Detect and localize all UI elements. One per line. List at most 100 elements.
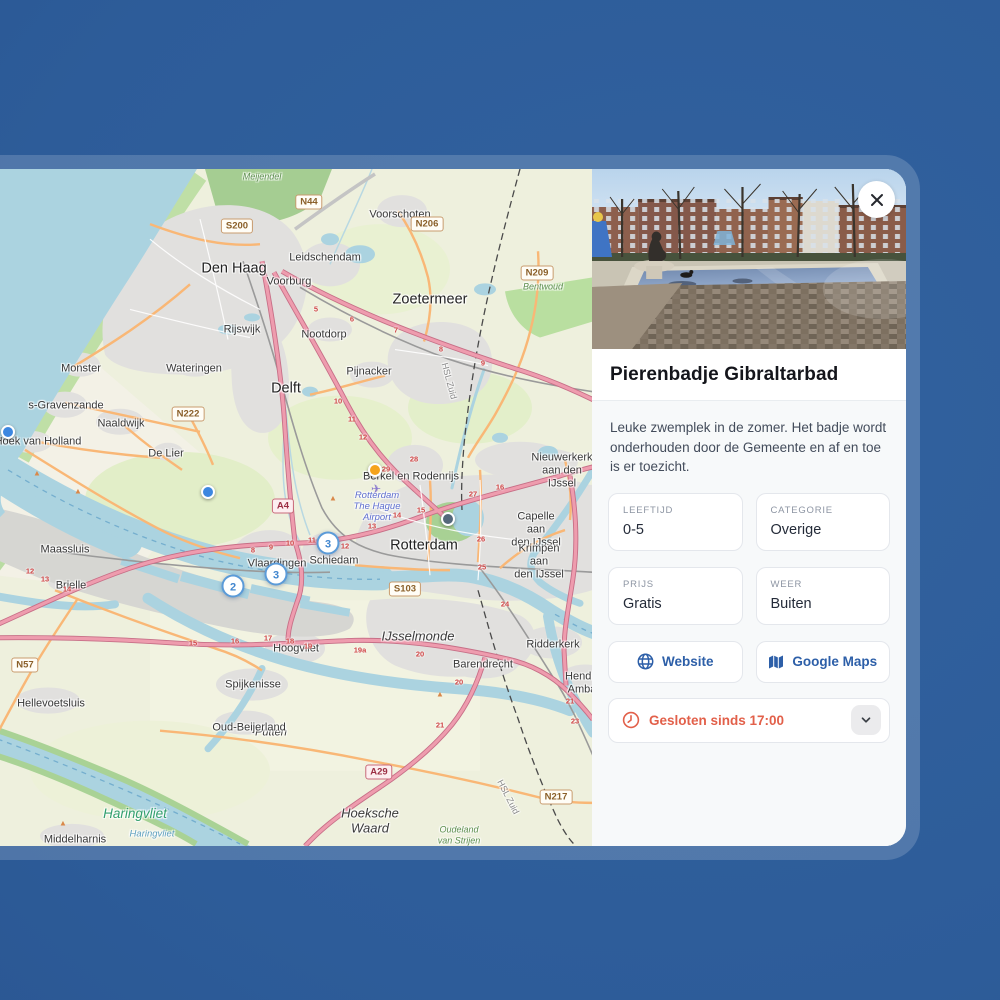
field-prijs: PRIJS Gratis	[608, 567, 743, 625]
airport-icon: ✈	[371, 482, 381, 496]
field-value: Gratis	[623, 596, 728, 612]
exit-number: 21	[436, 721, 444, 730]
road-shield: N209	[521, 266, 554, 281]
website-button[interactable]: Website	[608, 641, 743, 683]
map-label: Middelharnis	[44, 834, 106, 846]
map-label: Hoogvliet	[273, 643, 319, 656]
poi-triangle-icon: ▲	[329, 494, 337, 503]
poi-triangle-icon: ▲	[74, 487, 82, 496]
map-label: HSL Zuid	[439, 362, 459, 401]
google-maps-button[interactable]: Google Maps	[756, 641, 891, 683]
exit-number: 25	[478, 563, 486, 572]
road-shield: N206	[411, 217, 444, 232]
description: Leuke zwemplek in de zomer. Het badje wo…	[610, 418, 888, 477]
cluster-marker[interactable]: 3	[265, 563, 288, 586]
exit-number: 9	[269, 543, 273, 552]
panel-body: Leuke zwemplek in de zomer. Het badje wo…	[592, 401, 906, 846]
map-label: Hoeksche Waard	[341, 806, 399, 837]
road-shield: N217	[540, 790, 573, 805]
exit-number: 29	[382, 465, 390, 474]
globe-icon	[637, 653, 654, 670]
exit-number: 14	[393, 511, 401, 520]
poi-triangle-icon: ▲	[436, 690, 444, 699]
exit-number: 13	[41, 575, 49, 584]
opening-hours-bar[interactable]: Gesloten sinds 17:00	[608, 698, 890, 743]
app-card: MeijendelVoorschotenDen HaagLeidschendam…	[0, 155, 920, 860]
map-label: De Lier	[148, 448, 183, 461]
map-label: Oud-Beijerland	[212, 722, 285, 735]
map-label: Haringvliet	[103, 806, 167, 822]
map-label: Zoetermeer	[393, 291, 468, 308]
poi-triangle-icon: ▲	[59, 819, 67, 828]
website-label: Website	[662, 654, 714, 669]
poi-triangle-icon: ▲	[33, 469, 41, 478]
page-background: { "panel": { "title": "Pierenbadje Gibra…	[0, 0, 1000, 1000]
field-value: 0-5	[623, 522, 728, 538]
exit-number: 12	[341, 542, 349, 551]
page-title: Pierenbadje Gibraltarbad	[610, 364, 888, 386]
map-label: Delft	[271, 380, 301, 397]
exit-number: 23	[571, 717, 579, 726]
cluster-marker[interactable]: 2	[222, 575, 245, 598]
map-label: Nieuwerkerk aan den IJssel	[531, 452, 592, 491]
place-marker[interactable]	[441, 512, 455, 526]
road-shield: S200	[221, 219, 253, 234]
field-label: WEER	[771, 579, 876, 590]
road-shield: S103	[389, 582, 421, 597]
action-buttons: Website Google Maps	[608, 641, 890, 683]
map-label: s-Gravenzande	[28, 400, 103, 413]
map-overlay: MeijendelVoorschotenDen HaagLeidschendam…	[0, 169, 592, 846]
map-label: Bentwoud	[523, 282, 563, 293]
map-label: Rijswijk	[224, 324, 261, 337]
exit-number: 10	[334, 397, 342, 406]
map-label: Monster	[61, 363, 101, 376]
detail-panel: Pierenbadje Gibraltarbad Leuke zwemplek …	[592, 169, 906, 846]
exit-number: 9	[481, 359, 485, 368]
cluster-marker[interactable]: 3	[317, 532, 340, 555]
close-icon	[870, 193, 884, 207]
exit-number: 21	[566, 697, 574, 706]
exit-number: 15	[189, 639, 197, 648]
exit-number: 7	[394, 326, 398, 335]
exit-number: 26	[477, 535, 485, 544]
map-label: Wateringen	[166, 363, 222, 376]
exit-number: 11	[348, 415, 356, 424]
close-button[interactable]	[858, 181, 895, 218]
google-maps-label: Google Maps	[792, 654, 877, 669]
map-label: Capelle aan den IJssel	[508, 511, 564, 550]
place-marker[interactable]	[201, 485, 215, 499]
exit-number: 20	[455, 678, 463, 687]
exit-number: 24	[501, 600, 509, 609]
exit-number: 12	[359, 433, 367, 442]
exit-number: 19a	[354, 646, 367, 655]
place-marker[interactable]	[368, 463, 382, 477]
exit-number: 11	[308, 536, 316, 545]
clock-icon	[622, 711, 640, 729]
expand-hours-button[interactable]	[851, 705, 881, 735]
map-label: Meijendel	[243, 172, 282, 183]
exit-number: 20	[416, 650, 424, 659]
map-label: Oudeland van Strijen	[438, 824, 481, 845]
map-label: Amba	[568, 684, 592, 697]
field-label: CATEGORIE	[771, 505, 876, 516]
field-leeftijd: LEEFTIJD 0-5	[608, 493, 743, 551]
exit-number: 18	[286, 637, 294, 646]
exit-number: 5	[314, 305, 318, 314]
map-label: Haringvliet	[130, 828, 175, 839]
map-label: Rotterdam The Hague Airport	[353, 490, 400, 524]
road-shield: A29	[365, 765, 392, 780]
map-label: Leidschendam	[289, 252, 361, 265]
place-marker[interactable]	[1, 425, 15, 439]
exit-number: 15	[417, 506, 425, 515]
chevron-down-icon	[859, 713, 873, 727]
exit-number: 17	[264, 634, 272, 643]
title-block: Pierenbadje Gibraltarbad	[592, 349, 906, 401]
map-label: Maassluis	[41, 544, 90, 557]
exit-number: 27	[469, 490, 477, 499]
map-canvas[interactable]: MeijendelVoorschotenDen HaagLeidschendam…	[0, 169, 592, 846]
map-label: Nootdorp	[301, 329, 346, 342]
road-shield: N44	[295, 195, 322, 210]
field-value: Buiten	[771, 596, 876, 612]
exit-number: 16	[496, 483, 504, 492]
map-label: Naaldwijk	[97, 418, 144, 431]
